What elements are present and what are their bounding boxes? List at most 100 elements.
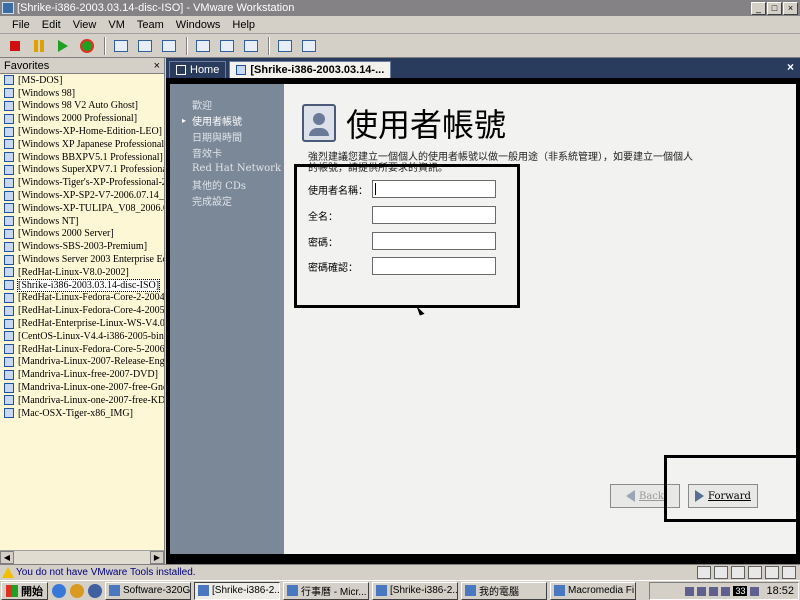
summary-view-icon[interactable] (194, 37, 212, 55)
desktop-icon[interactable] (88, 583, 102, 598)
menu-edit[interactable]: Edit (42, 19, 61, 31)
vm-icon (4, 75, 14, 86)
favorites-item[interactable]: [Mandriva-Linux-free-2007-DVD] (0, 368, 164, 381)
favorites-item[interactable]: [Windows-XP-Home-Edition-LEO] (0, 125, 164, 138)
favorites-item[interactable]: [RedHat-Linux-V8.0-2002] (0, 266, 164, 279)
cdrom-icon[interactable] (697, 566, 711, 579)
toolbar (0, 34, 800, 58)
favorites-item[interactable]: [Windows BBXPV5.1 Professional] (0, 151, 164, 164)
favorites-item[interactable]: [Windows NT] (0, 215, 164, 228)
menu-team[interactable]: Team (137, 19, 164, 31)
favorites-item[interactable]: [Mandriva-Linux-one-2007-free-Gnon (0, 381, 164, 394)
tab-vm[interactable]: [Shrike-i386-2003.03.14-... (229, 61, 392, 78)
tab-vm-label: [Shrike-i386-2003.03.14-... (250, 64, 385, 76)
reset-icon[interactable] (78, 37, 96, 55)
home-icon (176, 65, 186, 75)
horizontal-scrollbar[interactable]: ◀ ▶ (0, 550, 164, 564)
favorites-item[interactable]: [MS-DOS] (0, 74, 164, 87)
vm-console[interactable]: 歡迎 ▸ 使用者帳號 日期與時間 音效卡 Red Hat Network 其他的 CDs 完成… (166, 78, 800, 564)
installer-step: 日期與時間 (192, 132, 242, 144)
menu-windows[interactable]: Windows (176, 19, 221, 31)
app-icon (465, 585, 476, 596)
installer-steps: 歡迎 ▸ 使用者帳號 日期與時間 音效卡 Red Hat Network 其他的 CDs 完成… (170, 84, 284, 554)
sound-icon[interactable] (765, 566, 779, 579)
clock: 18:52 (766, 585, 794, 597)
vm-icon (4, 344, 14, 355)
console-view-icon[interactable] (218, 37, 236, 55)
vm-icon (4, 216, 14, 227)
vm-icon (4, 203, 14, 214)
outlook-icon[interactable] (70, 583, 84, 598)
favorites-item[interactable]: [Mandriva-Linux-2007-Release-Eng-C (0, 356, 164, 369)
minimize-button[interactable]: _ (751, 1, 766, 15)
pause-icon[interactable] (30, 37, 48, 55)
favorites-item[interactable]: [Windows 98] (0, 87, 164, 100)
favorites-item[interactable]: [Windows 2000 Server] (0, 228, 164, 241)
maximize-button[interactable]: □ (767, 1, 782, 15)
snapshot-icon[interactable] (112, 37, 130, 55)
favorites-item[interactable]: [CentOS-Linux-V4.4-i386-2005-bin1- (0, 330, 164, 343)
tray-icon[interactable] (685, 586, 695, 596)
tray-icon[interactable] (709, 586, 719, 596)
taskbar-button[interactable]: 行事曆 - Micr... (283, 581, 369, 600)
favorites-item[interactable]: [RedHat-Enterprise-Linux-WS-V4.0-2 (0, 317, 164, 330)
favorites-item[interactable]: [Windows XP Japanese Professional] (0, 138, 164, 151)
scroll-left-icon[interactable]: ◀ (0, 551, 14, 564)
revert-icon[interactable] (136, 37, 154, 55)
favorites-item[interactable]: [Windows-Tiger's-XP-Professional-20 (0, 176, 164, 189)
menu-help[interactable]: Help (232, 19, 255, 31)
tab-home-label: Home (190, 64, 220, 76)
tray-icon[interactable] (697, 586, 707, 596)
favorites-item[interactable]: [RedHat-Linux-Fedora-Core-5-2006-i (0, 343, 164, 356)
power-on-icon[interactable] (54, 37, 72, 55)
taskbar-button[interactable]: 我的電腦 (461, 581, 547, 600)
tray-icon[interactable] (721, 586, 731, 596)
favorites-item[interactable]: [Windows-XP-SP2-V7-2006.07.14_IS (0, 189, 164, 202)
favorites-title: Favorites (4, 59, 50, 72)
taskbar-button[interactable]: Software-320G... (105, 581, 191, 600)
network-icon[interactable] (731, 566, 745, 579)
quick-switch-icon[interactable] (276, 37, 294, 55)
app-icon (198, 585, 209, 596)
vm-icon (4, 254, 14, 265)
fullscreen-icon[interactable] (242, 37, 260, 55)
scroll-right-icon[interactable]: ▶ (150, 551, 164, 564)
window-title: [Shrike-i386-2003.03.14-disc-ISO] - VMwa… (17, 2, 295, 14)
favorites-item[interactable]: [Windows 2000 Professional] (0, 112, 164, 125)
menu-view[interactable]: View (73, 19, 97, 31)
close-favorites-icon[interactable]: × (154, 60, 160, 72)
favorites-item[interactable]: [Windows 98 V2 Auto Ghost] (0, 100, 164, 113)
team-icon[interactable] (300, 37, 318, 55)
usb-icon[interactable] (748, 566, 762, 579)
vm-icon (4, 356, 14, 367)
tab-bar: Home [Shrike-i386-2003.03.14-... × (166, 58, 800, 78)
vm-icon (4, 126, 14, 137)
favorites-item[interactable]: [Windows-SBS-2003-Premium] (0, 240, 164, 253)
close-tab-icon[interactable]: × (787, 60, 794, 74)
app-icon (287, 585, 298, 596)
favorites-item[interactable]: [Mandriva-Linux-one-2007-free-KDE] (0, 394, 164, 407)
favorites-item[interactable]: [Windows-XP-TULIPA_V08_2006.08 (0, 202, 164, 215)
favorites-item[interactable]: [Mac-OSX-Tiger-x86_IMG] (0, 407, 164, 420)
favorites-item[interactable]: [RedHat-Linux-Fedora-Core-4-2005] (0, 304, 164, 317)
favorites-item[interactable]: [Windows SuperXPV7.1 Professional] (0, 164, 164, 177)
floppy-icon[interactable] (714, 566, 728, 579)
status-text[interactable]: You do not have VMware Tools installed. (16, 567, 196, 578)
taskbar-button[interactable]: Macromedia Fi... (550, 581, 636, 600)
snapshot-manager-icon[interactable] (160, 37, 178, 55)
start-button[interactable]: 開始 (1, 581, 48, 600)
taskbar-button[interactable]: [Shrike-i386-2... (194, 581, 280, 600)
ie-icon[interactable] (52, 583, 66, 598)
tray-icon[interactable] (750, 586, 760, 596)
message-icon[interactable] (782, 566, 796, 579)
menu-file[interactable]: File (12, 19, 30, 31)
tab-home[interactable]: Home (169, 61, 227, 78)
close-button[interactable]: × (783, 1, 798, 15)
favorites-item[interactable]: [Shrike-i386-2003.03.14-disc-ISO] (0, 278, 164, 292)
back-arrow-icon (626, 490, 635, 502)
favorites-item[interactable]: [RedHat-Linux-Fedora-Core-2-2004] (0, 292, 164, 305)
favorites-item[interactable]: [Windows Server 2003 Enterprise Edit (0, 253, 164, 266)
menu-vm[interactable]: VM (108, 19, 125, 31)
power-off-icon[interactable] (6, 37, 24, 55)
taskbar-button[interactable]: [Shrike-i386-2... (372, 581, 458, 600)
